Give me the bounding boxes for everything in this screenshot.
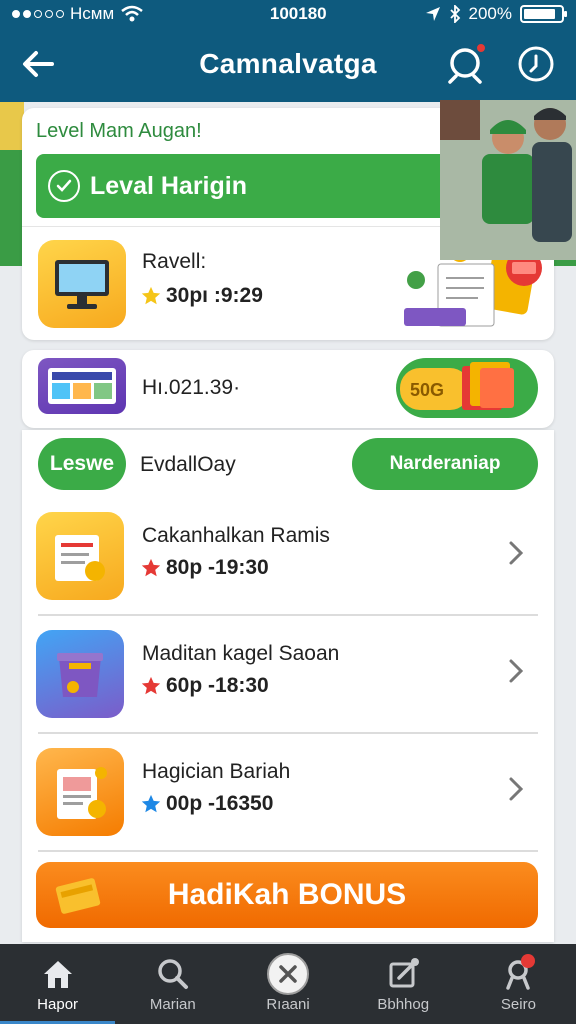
nav-label: Seiro <box>500 996 536 1013</box>
status-right: 200% <box>425 4 567 24</box>
level-banner[interactable]: Leval Harigin <box>36 154 496 218</box>
task-title: Hagician Bariah <box>142 760 291 783</box>
task-time: 60p -18:30 <box>166 674 269 697</box>
battery-percent: 200% <box>468 4 512 23</box>
promo-badge[interactable]: 50G <box>396 358 538 418</box>
star-icon <box>141 794 161 813</box>
level-row-title: Ravell: <box>142 250 207 273</box>
star-icon <box>141 286 161 305</box>
search-icon <box>158 959 188 989</box>
nav-label: Rıaani <box>266 996 310 1013</box>
promo-card[interactable]: Hı.021.39· 50G <box>22 350 554 428</box>
bottom-nav: Hapor Marian Rıaani Bbhhog Seiro <box>0 944 576 1024</box>
task-meta: 00p -16350 <box>140 792 273 816</box>
gallery-icon <box>38 358 126 414</box>
chevron-right-icon <box>509 541 524 565</box>
level-row-time: 30pı :9:29 <box>166 284 263 307</box>
nav-item-home[interactable]: Hapor <box>0 944 116 1024</box>
task-meta: 80p -19:30 <box>140 556 269 580</box>
close-circle-icon <box>267 953 309 995</box>
receipt-icon <box>36 748 124 836</box>
nav-item-profile[interactable]: Seiro <box>461 944 576 1024</box>
signal-dots-icon <box>12 10 64 18</box>
people-illustration <box>440 100 576 260</box>
nav-item-search[interactable]: Marian <box>115 944 230 1024</box>
notification-badge <box>475 42 487 54</box>
filter-pill-left[interactable]: Leswe <box>38 438 126 490</box>
bonus-button-label: HadiKah BONUS <box>167 878 407 911</box>
level-row-meta: 30pı :9:29 <box>140 284 263 308</box>
filter-pill-right[interactable]: Narderaniap <box>352 438 538 490</box>
carrier-label: Hcмм <box>70 4 115 23</box>
home-icon <box>43 961 72 988</box>
promo-badge-label: 50G <box>410 380 444 400</box>
document-coin-icon <box>36 512 124 600</box>
chevron-right-icon <box>509 659 524 683</box>
status-time: 100180 <box>269 4 327 23</box>
task-title: Cakanhalkan Ramis <box>142 524 330 547</box>
list-item[interactable]: Maditan kagel Saoan 60p -18:30 <box>22 616 554 734</box>
star-icon <box>141 676 161 695</box>
edit-icon <box>389 958 420 988</box>
status-bar: Hcмм 100180 200% <box>0 0 576 28</box>
box-icon <box>36 630 124 718</box>
star-icon <box>141 558 161 577</box>
wifi-icon <box>121 5 143 22</box>
task-time: 00p -16350 <box>166 792 274 815</box>
ticket-icon <box>55 878 101 914</box>
level-heading: Level Mam Augan! <box>36 120 202 142</box>
nav-item-edit[interactable]: Bbhhog <box>346 944 461 1024</box>
divider <box>38 850 538 852</box>
promo-text: Hı.021.39· <box>142 376 241 399</box>
chevron-right-icon <box>509 777 524 801</box>
search-button[interactable] <box>444 42 490 88</box>
check-icon <box>48 170 80 202</box>
task-title: Maditan kagel Saoan <box>142 642 340 665</box>
filter-label: EvdallOay <box>140 453 236 476</box>
notification-badge <box>520 954 535 968</box>
task-time: 80p -19:30 <box>166 556 269 579</box>
money-stack-icon: 50G <box>400 362 514 410</box>
nav-label: Bbhhog <box>377 996 430 1013</box>
bonus-button[interactable]: HadiKah BONUS <box>36 862 538 928</box>
task-meta: 60p -18:30 <box>140 674 269 698</box>
background-accent <box>0 102 24 150</box>
nav-label: Marian <box>149 996 196 1013</box>
list-item[interactable]: Cakanhalkan Ramis 80p -19:30 <box>22 498 554 616</box>
location-icon <box>425 7 440 21</box>
battery-icon <box>520 5 567 23</box>
bluetooth-icon <box>449 5 460 23</box>
list-item[interactable]: Hagician Bariah 00p -16350 <box>22 734 554 852</box>
app-header: Camnalvatga <box>0 28 576 102</box>
nav-label: Hapor <box>37 996 79 1013</box>
level-banner-label: Leval Harigin <box>90 171 247 200</box>
info-icon <box>518 46 554 82</box>
monitor-icon <box>38 240 126 328</box>
nav-item-center[interactable]: Rıaani <box>230 944 345 1024</box>
info-button[interactable] <box>516 44 556 84</box>
